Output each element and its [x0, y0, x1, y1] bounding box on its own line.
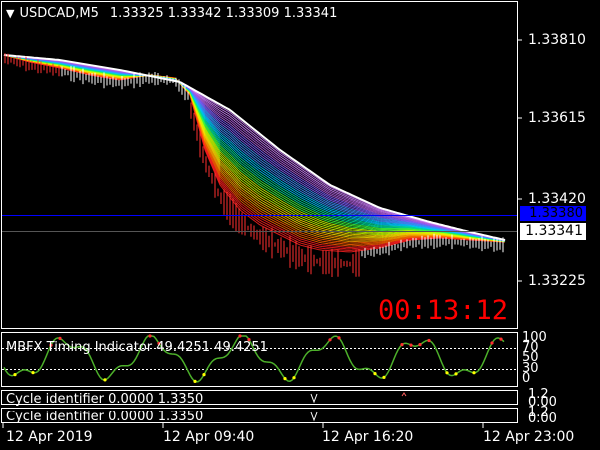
time-label-2: 12 Apr 09:40 — [163, 429, 255, 445]
moving-average-ribbon — [3, 54, 506, 253]
ohlc-low: 1.33309 — [225, 6, 280, 21]
level-price-badge[interactable]: 1.33380 — [520, 206, 586, 221]
triangle-down-icon[interactable]: ▼ — [6, 6, 14, 21]
ohlc-open: 1.33325 — [109, 6, 164, 21]
symbol-label: USDCAD,M5 — [19, 6, 99, 21]
timing-panel-title: MBFX Timing Indicator 49.4251 49.4251 — [6, 340, 268, 355]
chart-header: ▼ USDCAD,M5 1.33325 1.33342 1.33309 1.3334… — [6, 6, 337, 21]
current-price-badge: 1.33341 — [520, 223, 586, 240]
price-label-1: 1.33810 — [528, 32, 586, 48]
candle-countdown: 00:13:12 — [378, 295, 509, 326]
time-label-3: 12 Apr 16:20 — [322, 429, 414, 445]
price-label-2: 1.33615 — [528, 110, 586, 126]
cycle-marks — [310, 392, 407, 422]
price-label-3: 1.33420 — [528, 191, 586, 207]
trading-chart-window: ▼ USDCAD,M5 1.33325 1.33342 1.33309 1.3334… — [0, 0, 600, 450]
time-label-1: 12 Apr 2019 — [6, 429, 93, 445]
price-label-4: 1.33225 — [528, 273, 586, 289]
cycle-panel-2-title: Cycle identifier 0.0000 1.3350 — [6, 411, 204, 422]
price-chart[interactable] — [0, 0, 600, 450]
cycle-panel-1-title: Cycle identifier 0.0000 1.3350 — [6, 392, 204, 407]
cycle-2-scale-low: 0.00 — [528, 411, 557, 426]
main-chart-border — [1, 1, 518, 329]
time-label-4: 12 Apr 23:00 — [483, 429, 575, 445]
ohlc-close: 1.33341 — [283, 6, 338, 21]
time-axis-ticks — [2, 423, 484, 428]
ohlc-high: 1.33342 — [167, 6, 222, 21]
price-candles — [4, 53, 504, 277]
timing-scale-0: 0 — [522, 371, 531, 386]
